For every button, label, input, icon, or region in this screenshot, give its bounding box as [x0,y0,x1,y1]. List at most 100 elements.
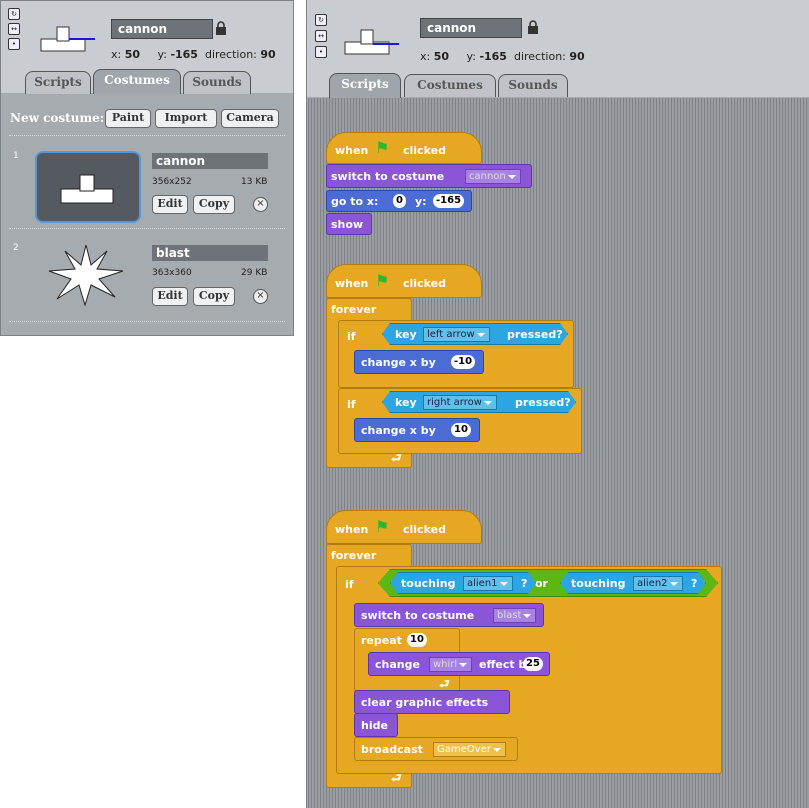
key-dropdown[interactable]: right arrow [423,395,497,410]
block-label: if [345,578,354,591]
sprite-dropdown[interactable]: alien2 [633,576,683,591]
cannon-costume-image [60,174,114,204]
paint-button[interactable]: Paint [105,109,151,128]
broadcast-block[interactable]: broadcast GameOver [354,737,518,761]
touching-block[interactable]: touching alien1 ? [390,572,536,594]
switch-costume-block[interactable]: switch to costume blast [354,603,544,627]
costume-dropdown[interactable]: blast [493,608,537,623]
effect-amount-input[interactable]: 25 [523,657,543,671]
go-to-xy-block[interactable]: go to x: 0 y: -165 [326,190,472,212]
repeat-count-input[interactable]: 10 [407,633,427,647]
change-x-input[interactable]: -10 [451,355,476,369]
import-button[interactable]: Import [155,109,217,128]
edit-button[interactable]: Edit [152,195,188,214]
block-label: broadcast [361,743,423,756]
tab-scripts[interactable]: Scripts [25,71,91,94]
divider [9,135,285,138]
no-rotate-icon[interactable]: • [8,38,20,50]
change-x-block[interactable]: change x by -10 [354,350,484,374]
y-label: y: [157,48,167,61]
block-label: y: [415,195,427,208]
copy-button[interactable]: Copy [193,195,235,214]
block-label: pressed? [515,396,571,409]
tab-costumes[interactable]: Costumes [404,74,496,97]
block-label: when [335,523,369,536]
sprite-thumbnail [344,29,399,55]
tab-sounds[interactable]: Sounds [498,74,568,97]
y-input[interactable]: -165 [433,194,465,208]
block-label: clear graphic effects [361,696,489,709]
costumes-panel: ↻ ↔ • cannon x: 50 y: -165 direction: 90… [0,0,294,336]
change-effect-block[interactable]: change whirl effect by 25 [368,652,550,676]
x-input[interactable]: 0 [393,194,406,208]
key-dropdown[interactable]: left arrow [423,327,490,342]
block-label: ? [691,577,698,590]
clear-effects-block[interactable]: clear graphic effects [354,690,510,714]
tab-costumes[interactable]: Costumes [93,69,181,94]
key-pressed-block[interactable]: key right arrow pressed? [382,391,576,413]
block-label: switch to costume [361,609,475,622]
block-label: touching [571,577,626,590]
y-value: -165 [479,50,507,63]
delete-costume-icon[interactable]: × [253,289,268,304]
x-value: 50 [124,48,141,61]
key-pressed-block[interactable]: key left arrow pressed? [382,323,568,345]
block-label: forever [331,303,377,316]
costume-thumbnail-cannon[interactable] [35,151,141,223]
costume-thumbnail-blast[interactable] [35,241,137,309]
change-x-input[interactable]: 10 [451,423,471,437]
block-label: if [347,398,356,411]
switch-costume-block[interactable]: switch to costume cannon [326,164,532,188]
costume-filesize: 13 KB [241,177,268,187]
block-label: clicked [403,144,446,157]
message-dropdown[interactable]: GameOver [433,742,506,757]
sprite-name-field[interactable]: cannon [111,19,213,39]
when-flag-clicked-hat[interactable]: when ⚑ clicked [326,510,482,544]
block-label: forever [331,549,377,562]
direction-label: direction: [204,48,257,61]
block-label: switch to costume [331,170,445,183]
x-label: x: [420,50,431,63]
x-value: 50 [433,50,450,63]
flip-style-icon[interactable]: ↔ [315,30,327,42]
rotate-style-icon[interactable]: ↻ [8,8,20,20]
blast-costume-image [48,244,124,307]
camera-button[interactable]: Camera [221,109,279,128]
tab-sounds[interactable]: Sounds [183,71,251,94]
block-label: key [395,328,417,341]
block-label: or [535,577,548,590]
costume-index: 2 [13,243,19,253]
block-label: show [331,218,364,231]
block-label: key [395,396,417,409]
show-block[interactable]: show [326,213,372,235]
rotate-style-icon[interactable]: ↻ [315,14,327,26]
no-rotate-icon[interactable]: • [315,46,327,58]
block-label: go to x: [331,195,379,208]
block-label: clicked [403,277,446,290]
sprite-name-field[interactable]: cannon [420,18,522,38]
costume-dropdown[interactable]: cannon [465,169,521,184]
flip-style-icon[interactable]: ↔ [8,23,20,35]
sprite-dropdown[interactable]: alien1 [463,576,513,591]
costume-filesize: 29 KB [241,268,268,278]
lock-icon[interactable] [215,21,227,35]
when-flag-clicked-hat[interactable]: when ⚑ clicked [326,264,482,298]
effect-dropdown[interactable]: whirl [429,657,473,672]
change-x-block[interactable]: change x by 10 [354,418,480,442]
divider [9,321,285,324]
block-label: ? [521,577,528,590]
hide-block[interactable]: hide [354,713,398,737]
tab-scripts[interactable]: Scripts [329,73,401,98]
block-label: touching [401,577,456,590]
costume-name-field[interactable]: cannon [152,153,268,169]
costume-name-field[interactable]: blast [152,245,268,261]
lock-icon[interactable] [527,20,539,34]
delete-costume-icon[interactable]: × [253,197,268,212]
block-label: pressed? [507,328,563,341]
copy-button[interactable]: Copy [193,287,235,306]
costume-index: 1 [13,151,19,161]
when-flag-clicked-hat[interactable]: when ⚑ clicked [326,132,482,164]
touching-block[interactable]: touching alien2 ? [560,572,706,594]
green-flag-icon: ⚑ [375,138,390,157]
edit-button[interactable]: Edit [152,287,188,306]
